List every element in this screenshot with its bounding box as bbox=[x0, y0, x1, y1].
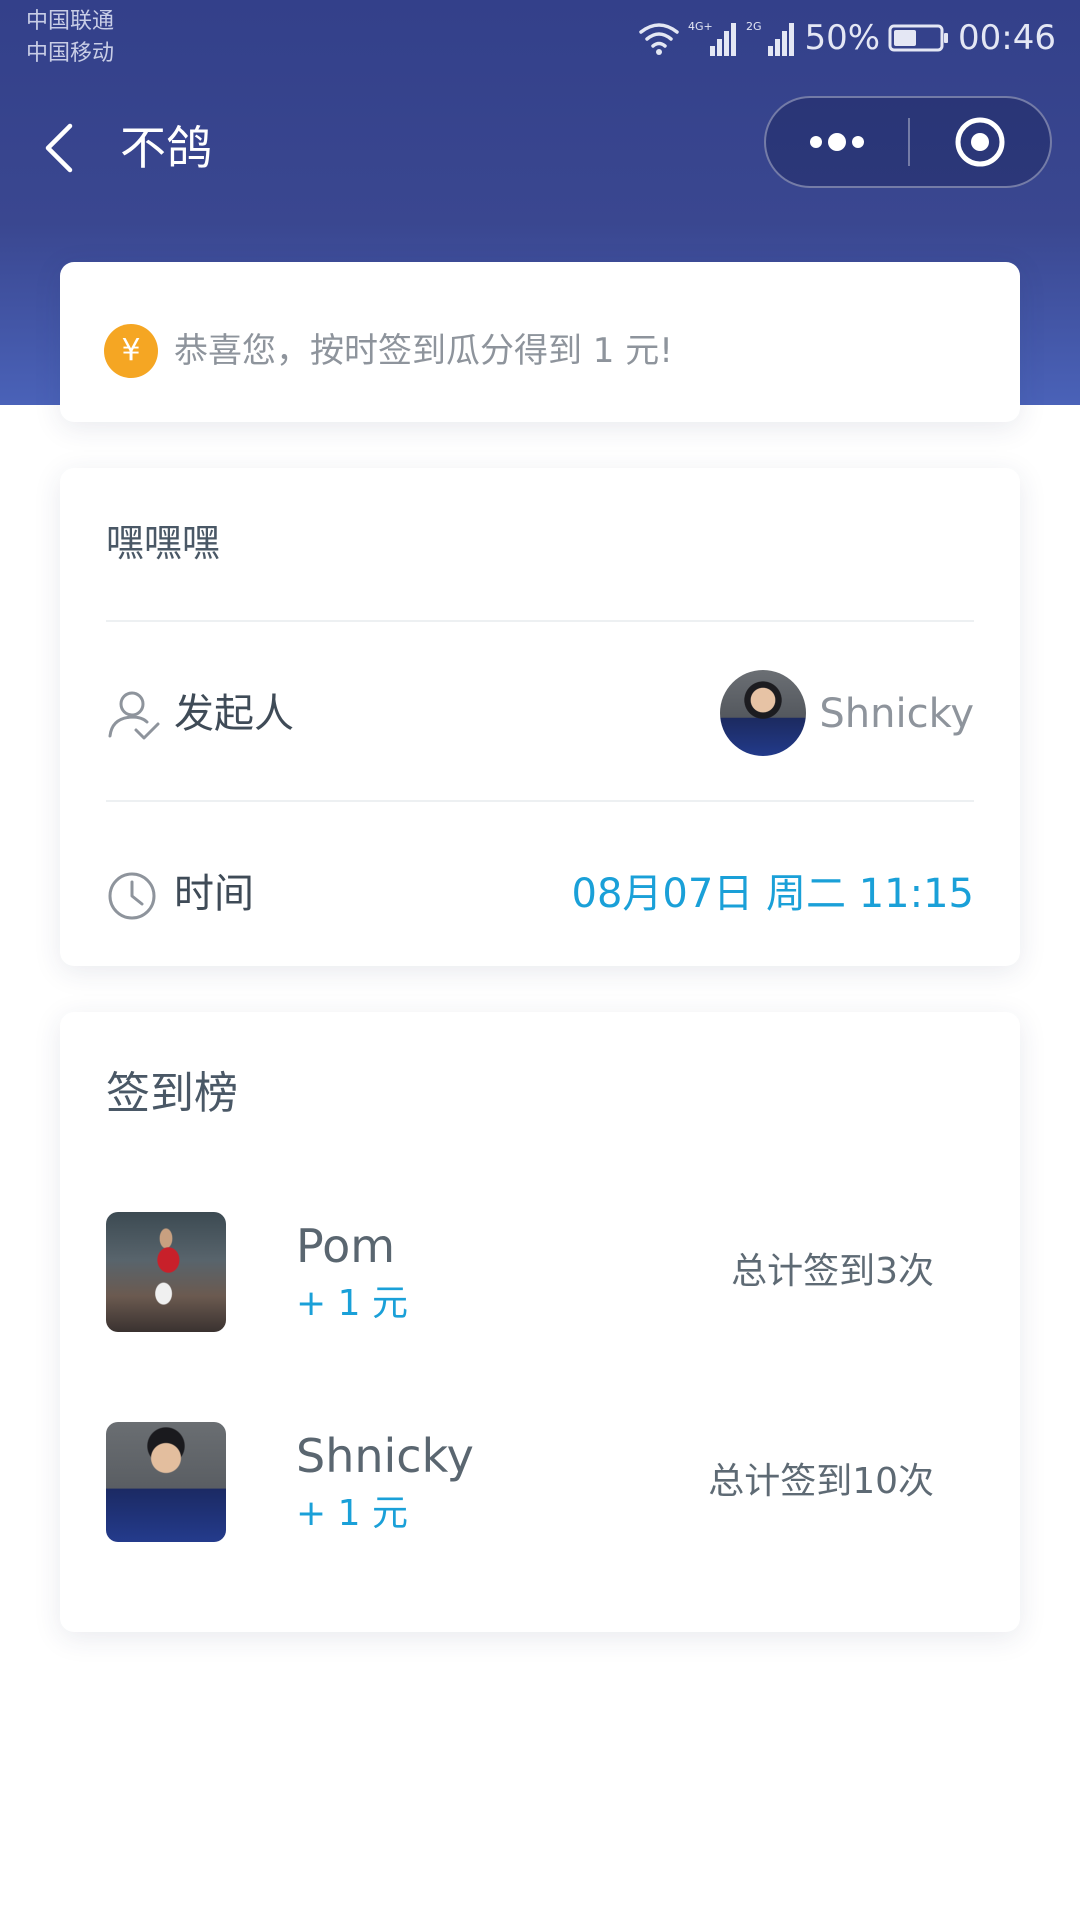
ranking-user-name: Shnicky bbox=[296, 1429, 474, 1483]
clock: 00:46 bbox=[958, 18, 1056, 58]
chevron-left-icon bbox=[45, 123, 73, 173]
ranking-row[interactable]: Pom + 1 元 总计签到3次 bbox=[60, 1212, 1020, 1332]
ranking-checkin-count: 总计签到10次 bbox=[708, 1461, 934, 1502]
ranking-title: 签到榜 bbox=[106, 1068, 238, 1119]
event-title: 嘿嘿嘿 bbox=[106, 521, 221, 565]
wifi-icon bbox=[639, 23, 680, 55]
status-indicators: 4G+ 2G 50% 00:46 bbox=[638, 14, 1056, 62]
battery-icon bbox=[888, 24, 949, 52]
notice-text: 恭喜您，按时签到瓜分得到 1 元! bbox=[174, 331, 673, 371]
battery-percent: 50% bbox=[804, 18, 881, 58]
carrier-label-1: 中国联通 bbox=[26, 9, 115, 34]
ranking-card: 签到榜 Pom + 1 元 总计签到3次 Shnicky + 1 元 总计签到1… bbox=[60, 1012, 1020, 1632]
more-dots-icon bbox=[810, 133, 864, 151]
divider bbox=[106, 620, 974, 622]
target-circle-icon bbox=[955, 117, 1005, 167]
ranking-user-name: Pom bbox=[296, 1219, 396, 1273]
clock-icon bbox=[108, 872, 156, 920]
signal-2g-icon: 2G bbox=[746, 20, 795, 56]
status-bar: 中国联通 中国移动 4G+ 2G 50% 00:46 bbox=[0, 0, 1080, 90]
more-button[interactable] bbox=[766, 98, 908, 186]
page-title: 不鸽 bbox=[120, 121, 212, 175]
carrier-label-2: 中国移动 bbox=[26, 41, 115, 66]
creator-label: 发起人 bbox=[174, 691, 294, 737]
back-button[interactable] bbox=[36, 116, 84, 180]
divider bbox=[106, 800, 974, 802]
svg-text:2G: 2G bbox=[746, 20, 762, 33]
time-value: 08月07日 周二 11:15 bbox=[571, 871, 975, 917]
creator-avatar[interactable] bbox=[720, 670, 806, 756]
svg-text:4G+: 4G+ bbox=[688, 20, 713, 33]
time-label: 时间 bbox=[174, 871, 254, 917]
navigation-bar: 不鸽 bbox=[0, 96, 1080, 200]
user-avatar bbox=[106, 1422, 226, 1542]
mini-program-capsule bbox=[764, 96, 1052, 188]
close-mini-program-button[interactable] bbox=[910, 98, 1050, 186]
ranking-reward: + 1 元 bbox=[296, 1283, 408, 1324]
user-avatar bbox=[106, 1212, 226, 1332]
yen-coin-icon: ¥ bbox=[104, 324, 158, 378]
signal-4g-icon: 4G+ bbox=[688, 20, 737, 56]
user-check-icon bbox=[108, 691, 160, 740]
notice-card: ¥ 恭喜您，按时签到瓜分得到 1 元! bbox=[60, 262, 1020, 422]
ranking-reward: + 1 元 bbox=[296, 1493, 408, 1534]
event-info-card: 嘿嘿嘿 发起人 Shnicky 时间 08月07日 周二 11:15 bbox=[60, 468, 1020, 966]
creator-name: Shnicky bbox=[819, 691, 974, 737]
ranking-checkin-count: 总计签到3次 bbox=[731, 1251, 934, 1292]
ranking-row[interactable]: Shnicky + 1 元 总计签到10次 bbox=[60, 1422, 1020, 1542]
